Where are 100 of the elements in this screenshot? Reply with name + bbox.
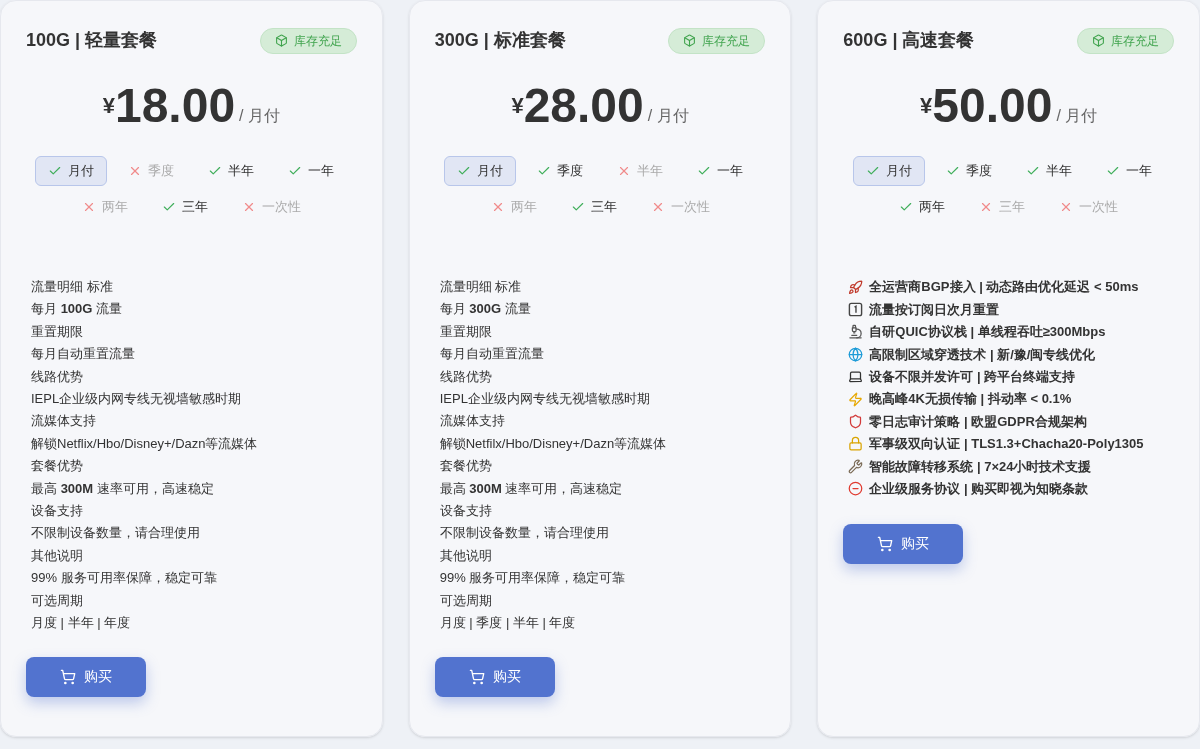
feature-text: 设备支持: [31, 502, 84, 521]
microscope-icon: [848, 324, 864, 340]
feature-text: 解锁Netflix/Hbo/Disney+/Dazn等流媒体: [31, 434, 259, 453]
feature-text: 最高 300M 速率可用，高速稳定: [439, 479, 624, 498]
feature-text: 自研QUIC协议栈 | 单线程吞吐≥300Mbps: [869, 323, 1106, 342]
feature-text: 99% 服务可用率保障，稳定可靠: [439, 569, 627, 588]
feature-text: 可选周期: [31, 591, 84, 610]
plan-title: 600G | 高速套餐: [843, 29, 975, 52]
box-icon: [1092, 34, 1105, 47]
buy-button[interactable]: 购买: [843, 523, 964, 564]
period-option[interactable]: 半年: [195, 156, 268, 186]
feature-text: 最高 300M 速率可用，高速稳定: [31, 479, 215, 498]
check-icon: [570, 200, 585, 214]
period-option[interactable]: 月付: [35, 156, 108, 186]
feature-text: 99% 服务可用率保障，稳定可靠: [31, 569, 218, 588]
check-icon: [945, 164, 960, 178]
check-icon: [1105, 164, 1120, 178]
box-icon: [274, 34, 288, 47]
feature-text: 每月自动重置流量: [31, 345, 136, 364]
laptop-icon: [848, 369, 864, 385]
stock-badge: 库存充足: [1077, 27, 1174, 54]
check-icon: [208, 164, 223, 178]
feature-text: 每月 100G 流量: [31, 300, 124, 319]
no-entry-icon: [848, 481, 864, 497]
globe-icon: [848, 346, 864, 362]
feature-text: 套餐优势: [439, 457, 493, 476]
cart-icon: [60, 668, 76, 685]
buy-button[interactable]: 购买: [434, 656, 555, 697]
period-option[interactable]: 三年: [557, 192, 630, 222]
feature-text: 解锁Netfilx/Hbo/Disney+/Dazn等流媒体: [439, 434, 668, 453]
period-option[interactable]: 一年: [1092, 156, 1165, 186]
check-icon: [899, 200, 914, 214]
feature-text: 军事级双向认证 | TLS1.3+Chacha20-Poly1305: [869, 435, 1144, 454]
check-icon: [288, 164, 303, 178]
feature-text: 月度 | 半年 | 年度: [31, 614, 132, 633]
price: 28.00: [523, 82, 644, 130]
cross-icon: [617, 164, 631, 178]
check-icon: [48, 164, 63, 178]
period-option[interactable]: 一年: [275, 156, 348, 186]
stock-badge: 库存充足: [259, 27, 357, 54]
check-icon: [697, 164, 711, 178]
check-icon: [161, 200, 176, 214]
feature-text: 重置期限: [31, 322, 84, 341]
feature-text: 流媒体支持: [439, 412, 506, 431]
feature-text: 全运营商BGP接入 | 动态路由优化延迟 < 50ms: [869, 278, 1139, 297]
feature-text: 企业级服务协议 | 购买即视为知晓条款: [869, 479, 1089, 498]
box-icon: [683, 34, 697, 47]
stock-badge: 库存充足: [668, 27, 766, 54]
currency-sign: ¥: [102, 93, 115, 118]
currency-sign: ¥: [920, 93, 933, 118]
period-option[interactable]: 季度: [932, 156, 1005, 186]
feature-text: IEPL企业级内网专线无视墙敏感时期: [439, 390, 651, 409]
feature-text: 不限制设备数量，请合理使用: [439, 524, 610, 543]
lock-icon: [848, 436, 864, 452]
rocket-icon: [848, 279, 864, 295]
check-icon: [1025, 164, 1040, 178]
price-unit: / 月付: [239, 106, 280, 126]
period-option[interactable]: 月付: [852, 156, 925, 186]
feature-text: 高限制区域穿透技术 | 新/豫/闽专线优化: [869, 345, 1096, 364]
period-option[interactable]: 月付: [444, 156, 516, 186]
buy-button[interactable]: 购买: [26, 656, 146, 697]
feature-text: 智能故障转移系统 | 7×24小时技术支援: [869, 457, 1092, 476]
feature-text: 线路优势: [439, 367, 493, 386]
feature-text: 流量明细 标准: [31, 278, 114, 296]
price: 50.00: [932, 82, 1053, 130]
period-option[interactable]: 两年: [886, 192, 959, 222]
feature-text: 晚高峰4K无损传输 | 抖动率 < 0.1%: [869, 390, 1072, 409]
price: 18.00: [114, 82, 236, 130]
feature-text: 其他说明: [439, 546, 493, 565]
plan-title: 100G | 轻量套餐: [26, 29, 158, 52]
feature-text: 流媒体支持: [31, 412, 97, 431]
lightning-icon: [848, 391, 864, 407]
feature-text: 设备不限并发许可 | 跨平台终端支持: [869, 368, 1076, 386]
feature-text: 每月 300G 流量: [439, 300, 532, 319]
period-option[interactable]: 季度: [524, 156, 596, 186]
check-icon: [457, 164, 471, 178]
cart-icon: [468, 668, 485, 685]
feature-text: IEPL企业级内网专线无视墙敏感时期: [31, 390, 243, 409]
feature-text: 不限制设备数量，请合理使用: [31, 524, 201, 543]
feature-text: 设备支持: [439, 502, 493, 521]
period-option[interactable]: 三年: [148, 192, 221, 222]
plan-title: 300G | 标准套餐: [434, 29, 566, 52]
price-unit: / 月付: [647, 106, 689, 126]
feature-text: 零日志审计策略 | 欧盟GDPR合规架构: [869, 412, 1087, 431]
feature-text: 每月自动重置流量: [439, 345, 545, 364]
currency-sign: ¥: [511, 93, 524, 118]
number-one-icon: [848, 302, 864, 318]
wrench-icon: [848, 458, 864, 474]
check-icon: [537, 164, 551, 178]
period-option[interactable]: 半年: [1012, 156, 1085, 186]
shield-icon: [848, 414, 864, 430]
price-unit: / 月付: [1056, 106, 1098, 126]
feature-text: 流量按订阅日次月重置: [869, 300, 1000, 319]
feature-text: 可选周期: [439, 591, 493, 610]
period-option[interactable]: 一年: [684, 156, 756, 186]
feature-text: 套餐优势: [31, 457, 84, 476]
check-icon: [865, 164, 880, 178]
feature-text: 月度 | 季度 | 半年 | 年度: [439, 614, 577, 633]
feature-text: 流量明细 标准: [439, 278, 523, 296]
feature-text: 线路优势: [31, 367, 84, 386]
